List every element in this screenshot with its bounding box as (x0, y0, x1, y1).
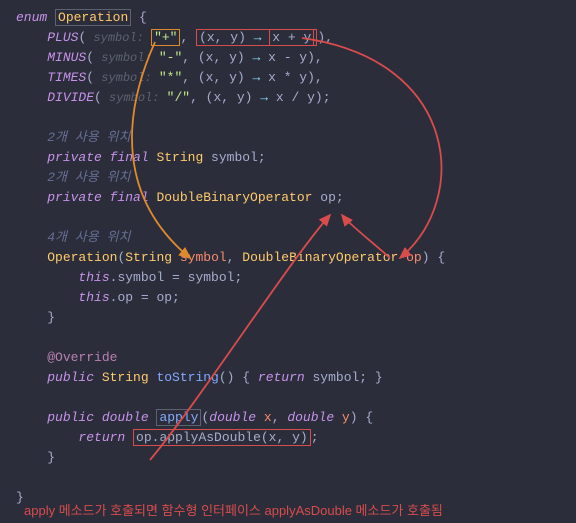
apply-as-double-call: op.applyAsDouble(x, y) (133, 429, 311, 446)
blank-line (16, 328, 576, 348)
blank-line (16, 388, 576, 408)
blank-line (16, 468, 576, 488)
code-line: private final DoubleBinaryOperator op; (16, 188, 576, 208)
code-line: private final String symbol; (16, 148, 576, 168)
code-line: return op.applyAsDouble(x, y); (16, 428, 576, 448)
footnote-text: apply 메소드가 호출되면 함수형 인터페이스 applyAsDouble … (24, 500, 443, 519)
usage-hint: 4개 사용 위치 (16, 228, 576, 248)
code-block: enum Operation { PLUS( symbol: "+", (x, … (0, 0, 576, 508)
usage-hint: 2개 사용 위치 (16, 128, 576, 148)
code-line: } (16, 308, 576, 328)
enum-name: Operation (55, 9, 131, 26)
blank-line (16, 108, 576, 128)
code-line: PLUS( symbol: "+", (x, y) → x + y), (16, 28, 576, 48)
code-line: this.op = op; (16, 288, 576, 308)
plus-symbol: "+" (151, 29, 180, 46)
code-line: TIMES( symbol: "*", (x, y) → x * y), (16, 68, 576, 88)
code-line: Operation(String symbol, DoubleBinaryOpe… (16, 248, 576, 268)
apply-method: apply (156, 409, 201, 426)
code-line: enum Operation { (16, 8, 576, 28)
code-line: public double apply(double x, double y) … (16, 408, 576, 428)
usage-hint: 2개 사용 위치 (16, 168, 576, 188)
blank-line (16, 208, 576, 228)
lambda-body: x + y (269, 29, 314, 46)
code-line: MINUS( symbol: "-", (x, y) → x - y), (16, 48, 576, 68)
code-line: this.symbol = symbol; (16, 268, 576, 288)
code-line: } (16, 448, 576, 468)
code-line: public String toString() { return symbol… (16, 368, 576, 388)
code-line: DIVIDE( symbol: "/", (x, y) → x / y); (16, 88, 576, 108)
code-line: @Override (16, 348, 576, 368)
